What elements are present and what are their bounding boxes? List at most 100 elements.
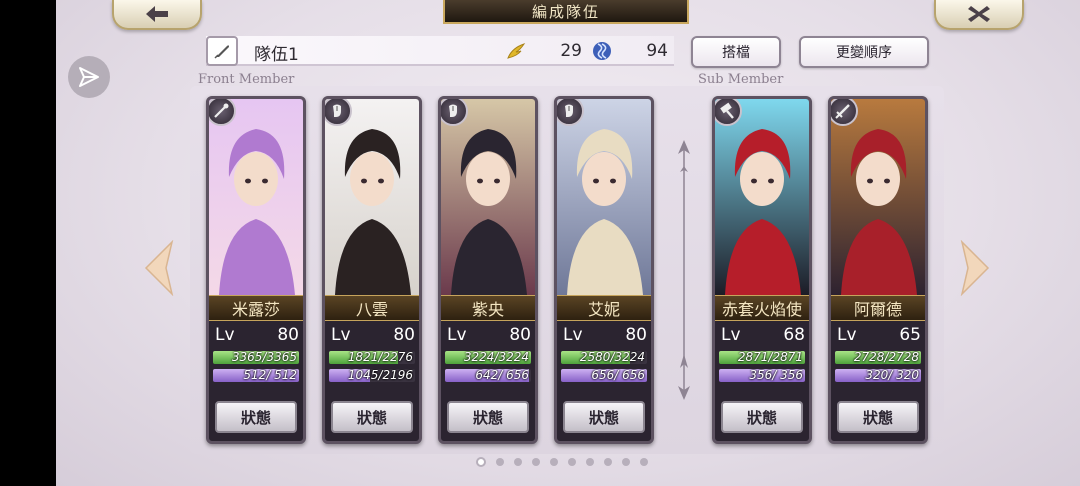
member-card[interactable]: 米露莎 Lv 80 3365/3365 512/ 512 狀態	[206, 96, 306, 444]
status-button[interactable]: 狀態	[215, 401, 297, 433]
edit-team-name-button[interactable]	[206, 36, 238, 66]
character-art	[557, 99, 651, 295]
mp-bar: 1045/2196	[329, 369, 415, 382]
level-label: Lv	[447, 325, 467, 345]
fist-icon	[565, 104, 573, 117]
weapon-type-icon	[325, 99, 352, 126]
weapon-type-icon	[557, 99, 584, 126]
member-card[interactable]: 赤套火焰使 Lv 68 2871/2871 356/ 356 狀態	[712, 96, 812, 444]
page-title: 編成隊伍	[443, 0, 689, 24]
change-order-button[interactable]: 更變順序	[799, 36, 929, 68]
member-card[interactable]: 八雲 Lv 80 1821/2276 1045/2196 狀態	[322, 96, 422, 444]
team-bar: 隊伍1 29 94	[206, 36, 674, 66]
level-row: Lv 80	[447, 325, 531, 347]
mp-text: 320/ 320	[865, 369, 919, 382]
character-portrait	[441, 99, 535, 295]
fist-icon	[449, 104, 457, 117]
next-page-arrow-icon[interactable]	[960, 240, 990, 296]
weapon-type-icon	[831, 99, 858, 126]
character-art	[325, 99, 419, 295]
hp-bar: 3365/3365	[213, 351, 299, 364]
swap-divider-icon	[678, 140, 690, 400]
character-name: 八雲	[325, 295, 419, 321]
character-art	[209, 99, 303, 295]
page-dot[interactable]	[476, 457, 486, 467]
status-button[interactable]: 狀態	[447, 401, 529, 433]
prev-page-arrow-icon[interactable]	[144, 240, 174, 296]
share-button[interactable]	[68, 56, 110, 98]
hp-bar: 1821/2276	[329, 351, 415, 364]
level-value: 80	[625, 325, 647, 345]
character-name: 艾妮	[557, 295, 651, 321]
page-dot[interactable]	[568, 458, 576, 466]
level-value: 80	[393, 325, 415, 345]
mp-bar: 642/ 656	[445, 369, 531, 382]
level-value: 65	[899, 325, 921, 345]
feather-pen-icon	[214, 45, 229, 59]
page-dot[interactable]	[586, 458, 594, 466]
member-card[interactable]: 阿爾德 Lv 65 2728/2728 320/ 320 狀態	[828, 96, 928, 444]
mp-bar: 320/ 320	[835, 369, 921, 382]
sword-icon	[835, 104, 850, 119]
level-row: Lv 65	[837, 325, 921, 347]
level-value: 80	[277, 325, 299, 345]
page-dot[interactable]	[640, 458, 648, 466]
wing-icon	[507, 43, 526, 59]
level-value: 80	[509, 325, 531, 345]
level-value: 68	[783, 325, 805, 345]
fist-icon	[333, 104, 341, 117]
page-dot[interactable]	[496, 458, 504, 466]
app-root: 編成隊伍 隊伍1 29 94 搭檔 更變順序 Front Member Sub …	[0, 0, 1080, 486]
partner-button[interactable]: 搭檔	[691, 36, 781, 68]
character-art	[715, 99, 809, 295]
hp-bar: 3224/3224	[445, 351, 531, 364]
mp-bar: 656/ 656	[561, 369, 647, 382]
sub-member-label: Sub Member	[698, 72, 784, 87]
character-portrait	[831, 99, 925, 295]
arrow-left-icon	[146, 6, 168, 22]
status-button[interactable]: 狀態	[563, 401, 645, 433]
back-button[interactable]	[112, 0, 202, 30]
weapon-type-icon	[441, 99, 468, 126]
level-label: Lv	[563, 325, 583, 345]
page-dot[interactable]	[514, 458, 522, 466]
member-card[interactable]: 艾妮 Lv 80 2580/3224 656/ 656 狀態	[554, 96, 654, 444]
character-name: 阿爾德	[831, 295, 925, 321]
character-portrait	[715, 99, 809, 295]
character-name: 赤套火焰使	[715, 295, 809, 321]
hp-text: 3365/3365	[231, 351, 297, 364]
close-button[interactable]	[934, 0, 1024, 30]
share-send-icon	[79, 67, 99, 87]
hp-text: 3224/3224	[463, 351, 529, 364]
hp-bar: 2580/3224	[561, 351, 647, 364]
page-dot[interactable]	[604, 458, 612, 466]
level-label: Lv	[721, 325, 741, 345]
mp-text: 512/ 512	[243, 369, 297, 382]
close-x-icon	[968, 6, 990, 22]
weapon-type-icon	[209, 99, 236, 126]
wing-value: 29	[560, 41, 582, 61]
pagination-dots	[476, 456, 648, 468]
hp-text: 2728/2728	[853, 351, 919, 364]
page-dot[interactable]	[622, 458, 630, 466]
mp-bar: 356/ 356	[719, 369, 805, 382]
mp-text: 656/ 656	[591, 369, 645, 382]
mp-text: 1045/2196	[347, 369, 413, 382]
hammer-icon	[720, 102, 734, 119]
page-dot[interactable]	[532, 458, 540, 466]
character-art	[441, 99, 535, 295]
member-card[interactable]: 紫央 Lv 80 3224/3224 642/ 656 狀態	[438, 96, 538, 444]
level-label: Lv	[837, 325, 857, 345]
level-row: Lv 80	[563, 325, 647, 347]
hp-bar: 2728/2728	[835, 351, 921, 364]
party-screen: 編成隊伍 隊伍1 29 94 搭檔 更變順序 Front Member Sub …	[56, 0, 1080, 486]
status-button[interactable]: 狀態	[331, 401, 413, 433]
orb-value: 94	[646, 41, 668, 61]
level-row: Lv 68	[721, 325, 805, 347]
status-button[interactable]: 狀態	[721, 401, 803, 433]
page-dot[interactable]	[550, 458, 558, 466]
hp-text: 1821/2276	[347, 351, 413, 364]
level-label: Lv	[215, 325, 235, 345]
status-button[interactable]: 狀態	[837, 401, 919, 433]
weapon-type-icon	[715, 99, 742, 126]
